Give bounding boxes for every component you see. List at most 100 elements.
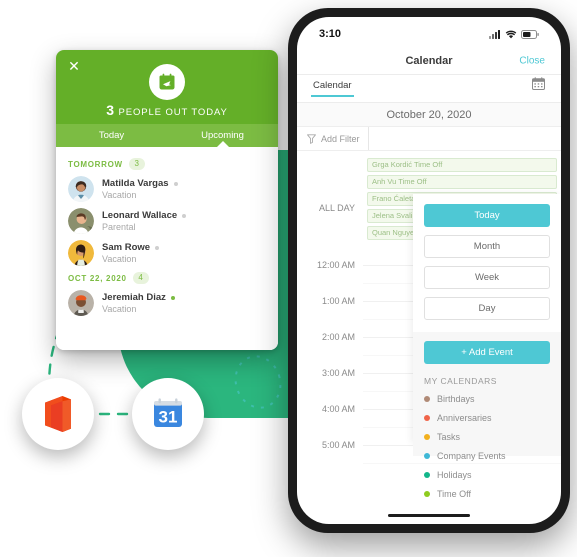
status-icons — [489, 29, 539, 39]
status-bar: 3:10 — [297, 17, 561, 47]
hour-label: 4:00 AM — [321, 404, 355, 414]
avatar — [68, 290, 94, 316]
view-button-month[interactable]: Month — [424, 235, 550, 258]
person-name-row: Matilda Vargas — [102, 178, 178, 189]
group-count: 3 — [128, 158, 145, 170]
person-name: Jeremiah Diaz — [102, 292, 166, 303]
group-header-oct22: OCT 22, 2020 4 — [56, 269, 278, 287]
ooo-count: 3 — [106, 102, 115, 118]
calendar-item-label: Holidays — [437, 470, 472, 480]
calendar-item-label: Tasks — [437, 432, 461, 442]
hour-label: 3:00 AM — [321, 368, 355, 378]
all-day-event-chip[interactable]: Anh Vu Time Off — [367, 175, 557, 189]
all-day-event-chip[interactable]: Grga Kordić Time Off — [367, 158, 557, 172]
tab-today[interactable]: Today — [56, 124, 167, 147]
calendar-item-anniversaries[interactable]: Anniversaries — [424, 413, 550, 423]
avatar — [68, 208, 94, 234]
calendar-color-dot — [424, 453, 430, 459]
date-bar: October 20, 2020 — [297, 103, 561, 127]
status-dot — [170, 295, 175, 300]
avatar — [68, 240, 94, 266]
tab-calendar[interactable]: Calendar — [311, 80, 354, 97]
status-dot — [182, 213, 187, 218]
filter-bar: Add Filter — [297, 127, 561, 151]
my-calendars-section: + Add Event MY CALENDARS Birthdays Anniv… — [413, 332, 561, 499]
person-info: Matilda Vargas Vacation — [102, 178, 178, 200]
ooo-count-label: PEOPLE OUT TODAY — [118, 107, 228, 118]
group-count: 4 — [132, 272, 149, 284]
status-dot — [155, 245, 160, 250]
calendar-item-birthdays[interactable]: Birthdays — [424, 394, 550, 404]
avatar — [68, 176, 94, 202]
view-buttons: Today Month Week Day — [413, 194, 561, 332]
active-tab-pointer — [216, 141, 229, 147]
ooo-card-header: ✕ 3 PEOPLE OUT TODAY — [56, 50, 278, 124]
calendar-color-dot — [424, 434, 430, 440]
add-filter-label: Add Filter — [321, 133, 360, 144]
close-button[interactable]: Close — [519, 55, 545, 66]
view-button-day[interactable]: Day — [424, 297, 550, 320]
person-reason: Vacation — [102, 304, 137, 314]
calendar-month-icon[interactable] — [532, 76, 545, 101]
person-name-row: Leonard Wallace — [102, 210, 187, 221]
hour-label: 5:00 AM — [321, 440, 355, 450]
my-calendars-title: MY CALENDARS — [424, 376, 497, 386]
calendar-side-panel: Today Month Week Day + Add Event MY CALE… — [413, 194, 561, 499]
google-calendar-icon[interactable]: 31 — [132, 378, 204, 450]
page-title: Calendar — [405, 54, 453, 67]
calendar-item-tasks[interactable]: Tasks — [424, 432, 550, 442]
add-event-button[interactable]: + Add Event — [424, 341, 550, 364]
home-indicator — [388, 514, 470, 517]
person-reason: Vacation — [102, 190, 137, 200]
calendar-color-dot — [424, 396, 430, 402]
person-info: Leonard Wallace Parental — [102, 210, 187, 232]
ooo-count-row: 3 PEOPLE OUT TODAY — [56, 102, 278, 120]
calendar-item-label: Anniversaries — [437, 413, 492, 423]
calendar-item-label: Birthdays — [437, 394, 475, 404]
svg-text:31: 31 — [159, 408, 178, 427]
group-header-tomorrow: TOMORROW 3 — [56, 155, 278, 173]
status-dot — [173, 181, 178, 186]
hour-label: 1:00 AM — [321, 296, 355, 306]
filter-input[interactable] — [369, 127, 561, 150]
person-reason: Parental — [102, 222, 136, 232]
group-title: OCT 22, 2020 — [68, 273, 127, 283]
phone-mockup: 3:10 Calendar Close Calendar October 20,… — [288, 8, 570, 533]
nav-bar: Calendar Close — [297, 47, 561, 75]
person-name: Sam Rowe — [102, 242, 151, 253]
ooo-people-list: TOMORROW 3 Matilda Vargas Vacation Leona… — [56, 147, 278, 350]
calendar-color-dot — [424, 415, 430, 421]
phone-screen: 3:10 Calendar Close Calendar October 20,… — [297, 17, 561, 524]
all-day-label: ALL DAY — [318, 203, 355, 213]
list-item[interactable]: Leonard Wallace Parental — [56, 205, 278, 237]
list-item[interactable]: Sam Rowe Vacation — [56, 237, 278, 269]
calendar-item-time-off[interactable]: Time Off — [424, 489, 550, 499]
current-date: October 20, 2020 — [386, 108, 472, 121]
person-name: Leonard Wallace — [102, 210, 178, 221]
view-button-today[interactable]: Today — [424, 204, 550, 227]
sub-tab-bar: Calendar — [297, 75, 561, 103]
list-item[interactable]: Matilda Vargas Vacation — [56, 173, 278, 205]
calendar-item-label: Company Events — [437, 451, 506, 461]
filter-icon — [307, 133, 316, 144]
list-item[interactable]: Jeremiah Diaz Vacation — [56, 287, 278, 319]
battery-icon — [521, 29, 539, 39]
person-info: Jeremiah Diaz Vacation — [102, 292, 175, 314]
close-icon[interactable]: ✕ — [66, 58, 82, 74]
office-365-icon[interactable] — [22, 378, 94, 450]
view-button-week[interactable]: Week — [424, 266, 550, 289]
calendar-color-dot — [424, 472, 430, 478]
hour-label: 12:00 AM — [316, 260, 355, 270]
add-filter-button[interactable]: Add Filter — [297, 127, 369, 150]
calendar-item-company-events[interactable]: Company Events — [424, 451, 550, 461]
calendar-color-dot — [424, 491, 430, 497]
illustration-stage: ✕ 3 PEOPLE OUT TODAY Today Upcoming TOMO… — [0, 0, 577, 557]
person-name-row: Jeremiah Diaz — [102, 292, 175, 303]
calendar-item-holidays[interactable]: Holidays — [424, 470, 550, 480]
signal-icon — [489, 29, 500, 39]
person-info: Sam Rowe Vacation — [102, 242, 160, 264]
person-name: Matilda Vargas — [102, 178, 169, 189]
ooo-tabs: Today Upcoming — [56, 124, 278, 147]
person-name-row: Sam Rowe — [102, 242, 160, 253]
wifi-icon — [505, 30, 517, 38]
